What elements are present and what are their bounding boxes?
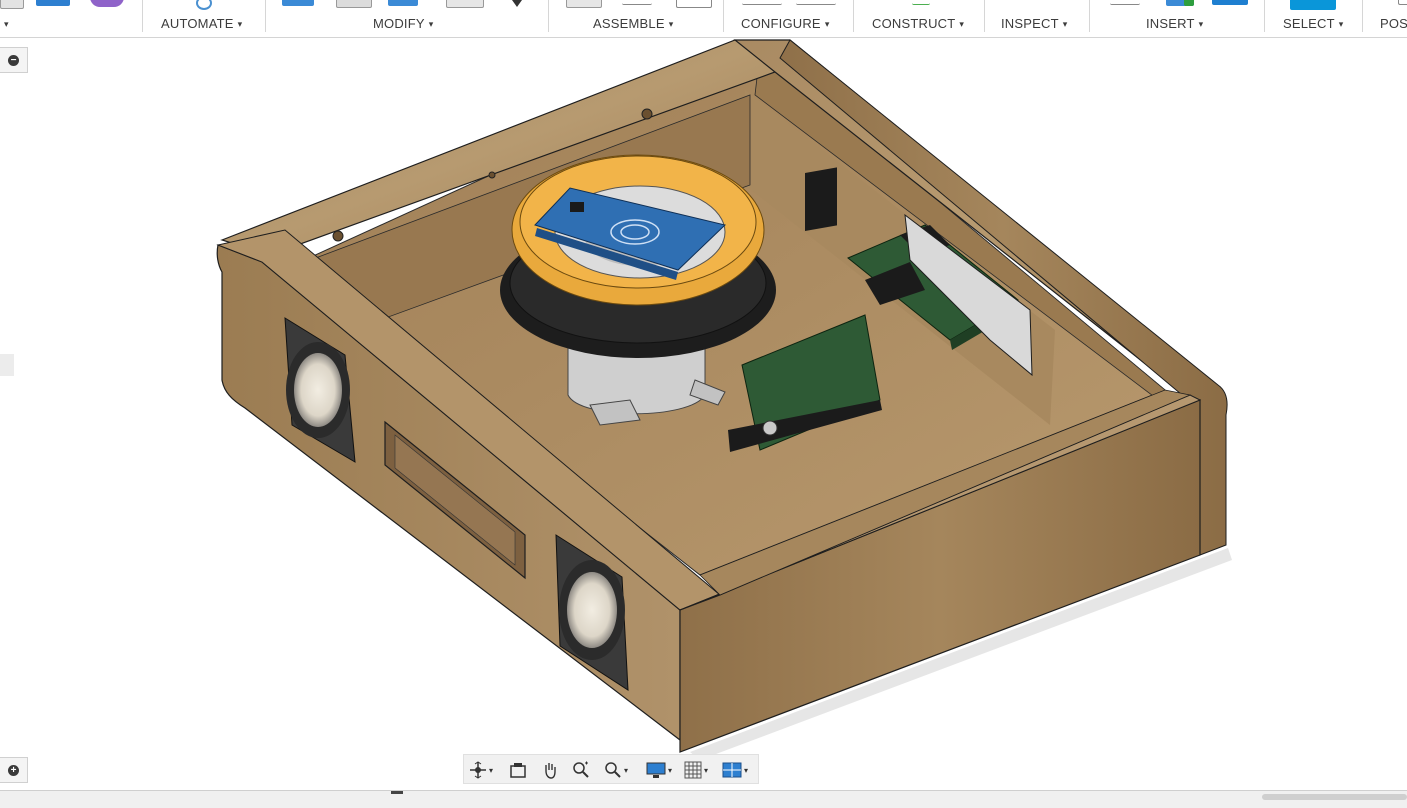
shell-icon[interactable]: [446, 0, 484, 8]
joint-icon[interactable]: [622, 0, 652, 5]
timeline-marker[interactable]: [391, 791, 403, 794]
timeline-strip: [0, 790, 1407, 808]
orbit-icon: [470, 761, 486, 779]
position-menu[interactable]: POS: [1380, 16, 1407, 31]
fillet-icon[interactable]: [336, 0, 372, 8]
toolbar-separator: [723, 0, 724, 32]
insert-plus-icon[interactable]: [1184, 0, 1194, 6]
automate-icon[interactable]: [196, 0, 212, 10]
pan-icon: [545, 763, 556, 779]
position-icon[interactable]: [1398, 0, 1407, 5]
select-menu[interactable]: SELECT ▾: [1283, 16, 1344, 31]
grid-icon: [684, 761, 702, 779]
inspect-menu[interactable]: INSPECT ▾: [1001, 16, 1067, 31]
insert-canvas-icon[interactable]: [1212, 0, 1248, 5]
sketch-icon[interactable]: [0, 0, 24, 9]
look-at-icon: [510, 763, 526, 778]
extrude-icon[interactable]: [36, 0, 70, 6]
toolbar-separator: [1362, 0, 1363, 32]
display-settings-icon: [646, 762, 666, 778]
toolbar-separator: [1089, 0, 1090, 32]
form-icon[interactable]: [90, 0, 124, 7]
create-menu[interactable]: ▾: [0, 16, 9, 31]
horizontal-scrollbar[interactable]: [1262, 794, 1407, 800]
orbit-tool[interactable]: ▾: [469, 759, 493, 781]
screw-hole: [641, 108, 653, 120]
screw-hole: [332, 230, 344, 242]
toolbar-separator: [984, 0, 985, 32]
fit-tool[interactable]: ▾: [604, 759, 628, 781]
press-pull-icon[interactable]: [282, 0, 314, 6]
configure-menu[interactable]: CONFIGURE ▾: [741, 16, 830, 31]
toolbar-separator: [548, 0, 549, 32]
toolbar-separator: [265, 0, 266, 32]
display-settings-tool[interactable]: ▾: [646, 759, 672, 781]
assemble-menu[interactable]: ASSEMBLE ▾: [593, 16, 673, 31]
canvas-viewport[interactable]: − +: [0, 38, 1407, 790]
toolbar-separator: [853, 0, 854, 32]
zoom-icon: [573, 761, 589, 778]
insert-derive-icon[interactable]: [1110, 0, 1140, 5]
automate-menu[interactable]: AUTOMATE ▾: [161, 16, 242, 31]
zoom-tool[interactable]: [572, 759, 590, 781]
construct-menu[interactable]: CONSTRUCT ▾: [872, 16, 964, 31]
screw-hole: [488, 171, 496, 179]
configure-param-icon[interactable]: [796, 0, 836, 5]
navigation-bar: ▾ ▾ ▾ ▾ ▾: [463, 754, 759, 784]
viewports-icon: [722, 762, 742, 778]
look-at-tool[interactable]: [509, 759, 527, 781]
offset-plane-icon[interactable]: [912, 0, 930, 5]
configure-table-icon[interactable]: [742, 0, 782, 5]
pan-tool[interactable]: [541, 759, 559, 781]
viewports-tool[interactable]: ▾: [722, 759, 748, 781]
chamfer-icon[interactable]: [388, 0, 418, 6]
modify-menu[interactable]: MODIFY ▾: [373, 16, 433, 31]
insert-menu[interactable]: INSERT ▾: [1146, 16, 1203, 31]
grid-tool[interactable]: ▾: [684, 759, 708, 781]
fit-icon: [605, 762, 621, 778]
modify-more-icon[interactable]: [512, 0, 522, 7]
new-component-icon[interactable]: [566, 0, 602, 8]
select-icon[interactable]: [1290, 0, 1336, 10]
cad-model[interactable]: [0, 38, 1407, 790]
toolbar-separator: [1264, 0, 1265, 32]
rigid-group-icon[interactable]: [676, 0, 712, 8]
ribbon-toolbar: ▾ AUTOMATE ▾ MODIFY ▾ ASSEMBLE ▾ CONFIGURE ▾…: [0, 0, 1407, 38]
toolbar-separator: [142, 0, 143, 32]
